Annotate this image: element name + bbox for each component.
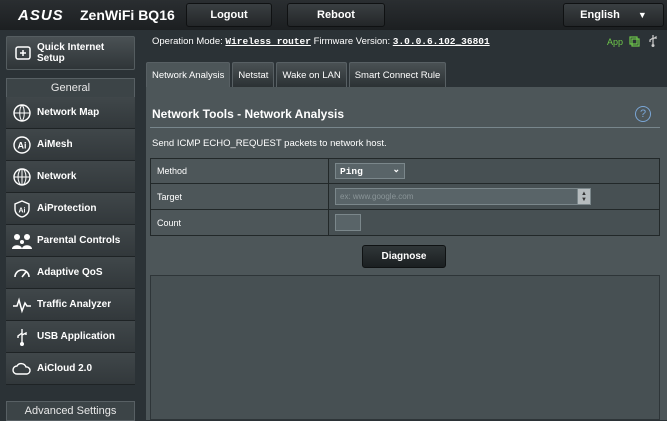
usb-icon [11,326,33,348]
network-analysis-form: Method Ping ⌄ Target ex: www.google.com … [150,158,660,236]
sidebar-item-label: Network [37,171,77,182]
page-description: Send ICMP ECHO_REQUEST packets to networ… [152,138,387,149]
diagnose-output-area[interactable] [150,275,660,420]
target-input[interactable]: ex: www.google.com ▲ ▼ [335,188,591,205]
pulse-icon [11,294,33,316]
page-title: Network Tools - Network Analysis [152,107,345,121]
op-mode-link[interactable]: Wireless router [225,36,311,47]
reboot-button[interactable]: Reboot [287,3,385,27]
firmware-label: Firmware Version: [313,36,391,47]
tab-netstat[interactable]: Netstat [232,62,275,87]
tab-network-analysis[interactable]: Network Analysis [146,62,231,87]
target-label: Target [151,184,329,209]
sidebar-item-adaptive-qos[interactable]: Adaptive QoS [6,257,135,289]
help-icon[interactable]: ? [635,106,651,122]
brand-logo: ASUS [18,7,64,24]
cloud-icon [11,358,33,380]
form-row-count: Count [150,210,660,236]
gauge-icon [11,262,33,284]
sidebar-item-label: USB Application [37,331,115,342]
sidebar-item-label: AiProtection [37,203,97,214]
sidebar-item-label: Adaptive QoS [37,267,103,278]
logout-button[interactable]: Logout [186,3,272,27]
quick-setup-label: Quick Internet Setup [37,42,105,64]
general-section-header: General [6,78,135,98]
sidebar-item-label: AiCloud 2.0 [37,363,93,374]
sidebar-item-parental-controls[interactable]: Parental Controls [6,225,135,257]
method-value: Ping [340,165,363,177]
main-panel: Network Tools - Network Analysis ? Send … [146,87,667,420]
globe-icon [11,166,33,188]
sidebar-item-network[interactable]: Network [6,161,135,193]
method-select[interactable]: Ping ⌄ [335,163,405,179]
sidebar-item-aiprotection[interactable]: Ai AiProtection [6,193,135,225]
method-label: Method [151,159,329,183]
sidebar-item-traffic-analyzer[interactable]: Traffic Analyzer [6,289,135,321]
aimesh-icon: Ai [11,134,33,156]
top-bar: ASUS ZenWiFi BQ16 Logout Reboot English … [0,0,667,30]
sidebar-item-network-map[interactable]: Network Map [6,97,135,129]
title-divider [150,127,660,128]
sidebar-item-label: AiMesh [37,139,73,150]
usb-status-icon[interactable] [646,34,660,53]
network-map-icon [11,102,33,124]
svg-text:Ai: Ai [19,207,26,214]
sidebar-item-aimesh[interactable]: Ai AiMesh [6,129,135,161]
form-row-target: Target ex: www.google.com ▲ ▼ [150,184,660,210]
advanced-settings-header: Advanced Settings [6,401,135,421]
chevron-down-icon: ⌄ [392,165,400,175]
op-mode-label: Operation Mode: [152,36,223,47]
count-label: Count [151,210,329,235]
language-select[interactable]: English ▼ [563,3,664,27]
app-label: App [607,36,624,47]
tab-bar: Network Analysis Netstat Wake on LAN Sma… [146,62,448,87]
quick-internet-setup-button[interactable]: Quick Internet Setup [6,36,135,70]
status-line: Operation Mode: Wireless router Firmware… [152,36,490,47]
app-copy-icon [628,36,640,49]
diagnose-button[interactable]: Diagnose [362,245,446,268]
sidebar-item-label: Parental Controls [37,235,121,246]
sidebar-item-label: Traffic Analyzer [37,299,112,310]
tab-wake-on-lan[interactable]: Wake on LAN [276,62,347,87]
sidebar-item-usb-application[interactable]: USB Application [6,321,135,353]
target-spinner-icon[interactable]: ▲ ▼ [577,189,590,204]
model-name: ZenWiFi BQ16 [80,7,175,23]
tab-smart-connect-rule[interactable]: Smart Connect Rule [348,62,447,87]
quick-setup-icon [13,43,33,63]
count-input[interactable] [335,214,361,231]
app-link[interactable]: App [607,36,640,49]
firmware-link[interactable]: 3.0.0.6.102_36801 [393,36,490,47]
target-placeholder: ex: www.google.com [340,192,414,201]
sidebar-menu: Network Map Ai AiMesh Network Ai AiProte… [6,97,135,385]
svg-text:Ai: Ai [18,140,27,150]
family-icon [11,230,33,252]
sidebar-item-label: Network Map [37,107,100,118]
chevron-down-icon: ▼ [637,10,647,20]
form-row-method: Method Ping ⌄ [150,158,660,184]
language-label: English [580,9,620,21]
sidebar-item-aicloud[interactable]: AiCloud 2.0 [6,353,135,385]
shield-icon: Ai [11,198,33,220]
